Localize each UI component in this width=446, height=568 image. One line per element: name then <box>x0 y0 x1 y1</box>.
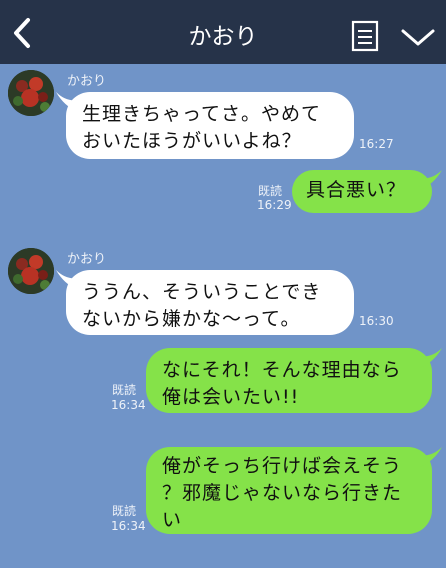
sender-name: かおり <box>67 252 107 267</box>
message-time: 16:34 <box>111 519 146 533</box>
menu-button[interactable] <box>400 24 436 50</box>
avatar[interactable] <box>8 248 54 294</box>
bubble-tail <box>420 348 442 368</box>
message-time: 16:34 <box>111 398 146 412</box>
notes-button[interactable] <box>351 20 379 52</box>
notes-icon <box>351 20 379 52</box>
chat-title: かおり <box>188 24 258 50</box>
read-receipt: 既読 <box>112 504 137 518</box>
message-time: 16:29 <box>257 198 292 212</box>
read-receipt: 既読 <box>112 383 137 397</box>
message-time: 16:30 <box>359 314 394 328</box>
read-receipt: 既読 <box>258 184 283 198</box>
chat-header: かおり <box>0 0 446 64</box>
bubble-tail <box>420 447 442 467</box>
bubble-tail <box>420 170 442 190</box>
message-time: 16:27 <box>359 137 394 151</box>
chevron-down-icon <box>401 29 435 46</box>
message-bubble[interactable]: 俺がそっち行けば会えそう ？邪魔じゃないなら行きた い <box>146 447 432 534</box>
message-bubble[interactable]: 生理きちゃってさ。やめて おいたほうがいいよね？ <box>66 92 354 159</box>
message-bubble[interactable]: 具合悪い？ <box>292 170 432 213</box>
sender-name: かおり <box>67 74 107 89</box>
message-bubble[interactable]: ううん、そういうことでき ないから嫌かな〜って。 <box>66 270 354 335</box>
avatar[interactable] <box>8 70 54 116</box>
message-bubble[interactable]: なにそれ！そんな理由なら 俺は会いたい!! <box>146 348 432 413</box>
